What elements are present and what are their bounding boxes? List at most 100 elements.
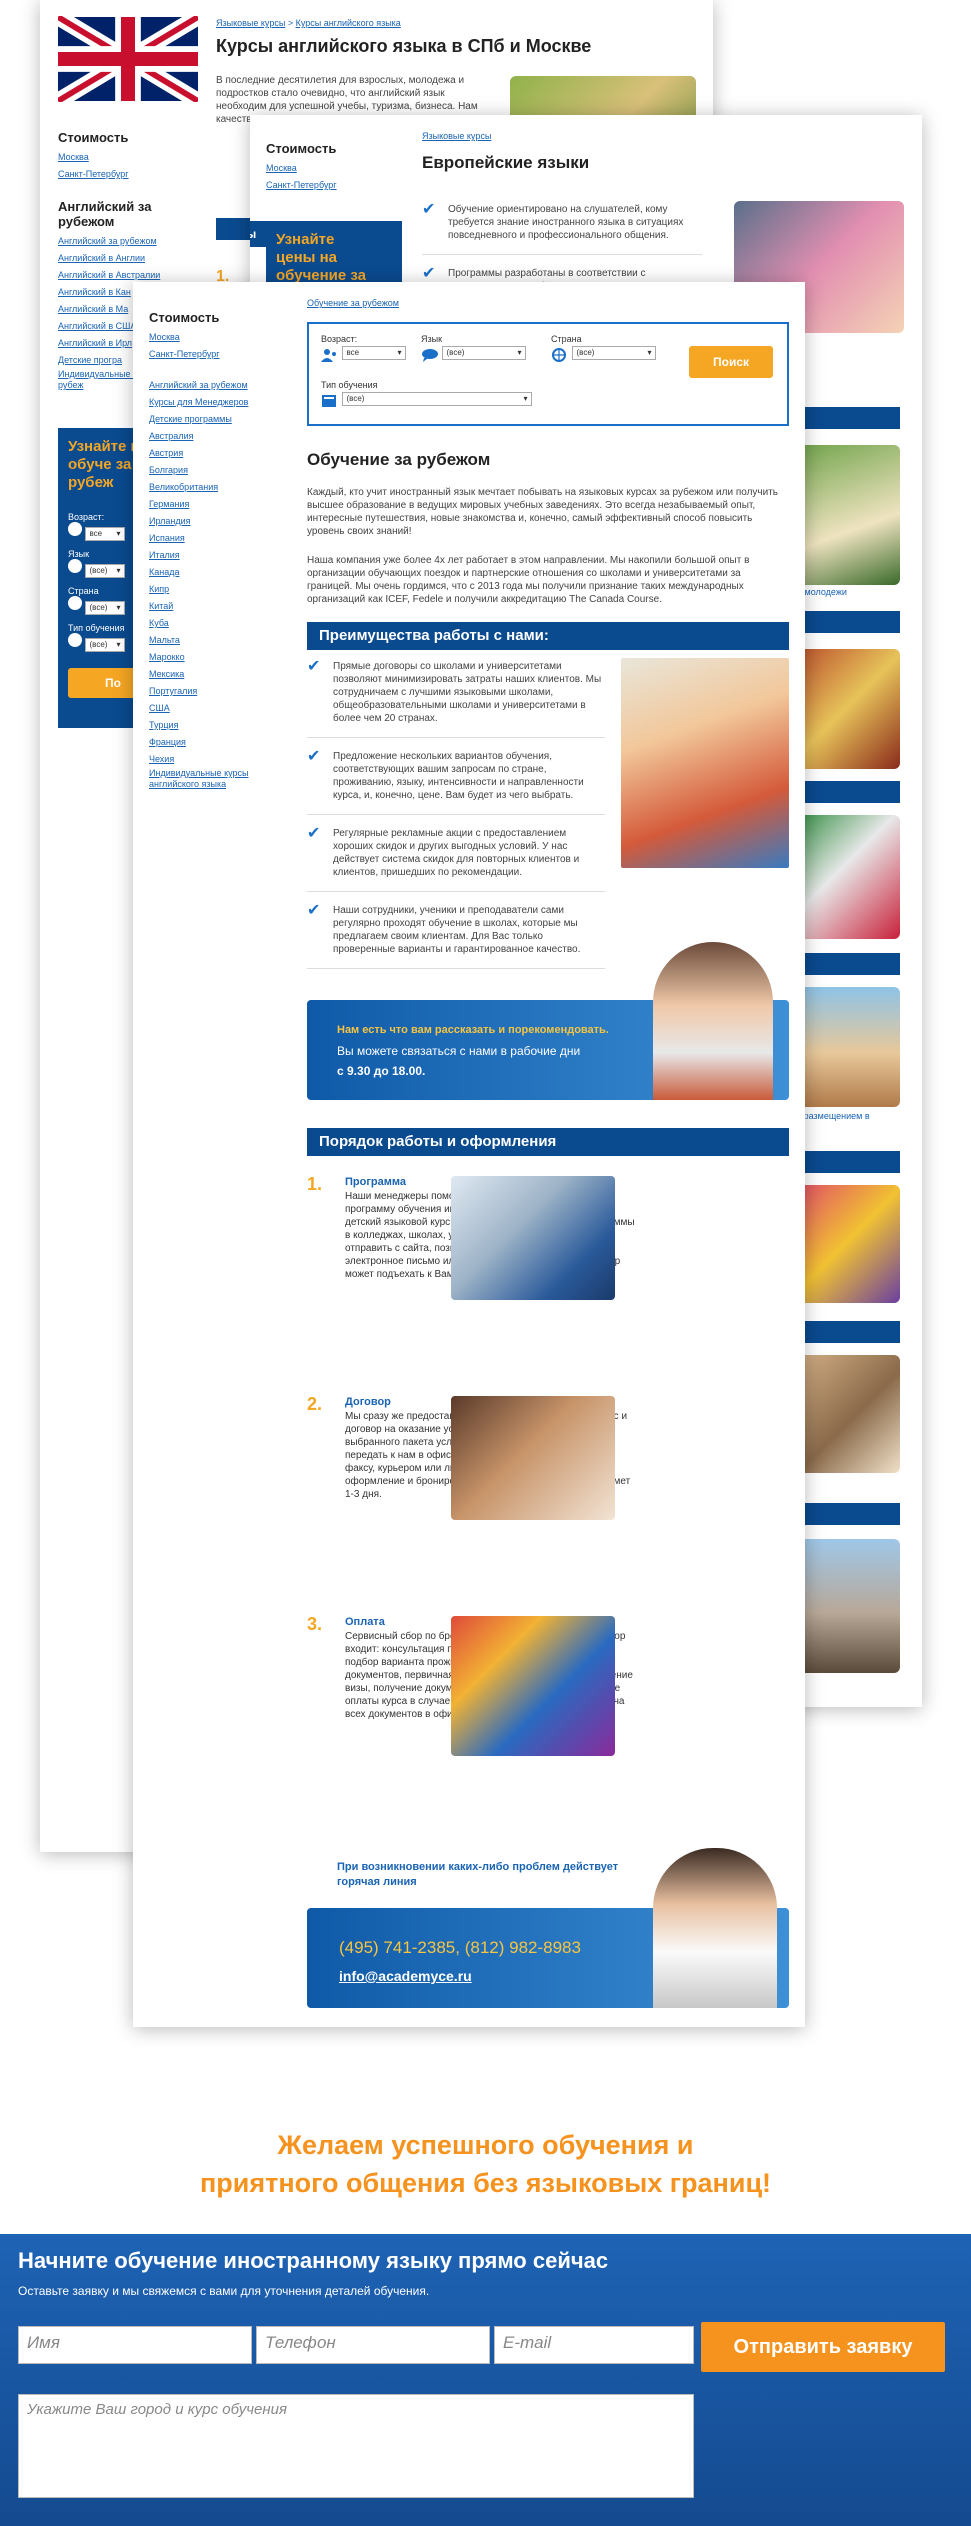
side-link[interactable]: Английский за рубежом [149,377,269,394]
page-title: Обучение за рубежом [307,450,491,469]
fans-photo [790,815,900,939]
slogan-line: Желаем успешного обучения и [277,2130,694,2160]
side-link[interactable]: Куба [149,615,269,632]
name-input[interactable]: Имя [18,2326,252,2364]
promo-type-select[interactable]: (все) [84,638,125,652]
phone-numbers[interactable]: (495) 741-2385, (812) 982-8983 [339,1938,581,1958]
side-link[interactable]: Германия [149,496,269,513]
age-select[interactable]: все [341,346,406,361]
intro-paragraph: Каждый, кто учит иностранный язык мечтае… [307,487,779,537]
step-number: 1. [307,1174,323,1194]
side-link[interactable]: Португалия [149,683,269,700]
globe-icon [68,596,82,610]
abroad-link[interactable]: Английский за рубежом [58,233,208,250]
advantage-item: ✔ Прямые договоры со школами и университ… [307,658,605,738]
side-link[interactable]: Ирландия [149,513,269,530]
breadcrumb-link[interactable]: Курсы английского языка [296,18,401,28]
city-course-textarea[interactable]: Укажите Ваш город и курс обучения [18,2394,694,2498]
type-label: Тип обучения [321,380,378,390]
promo-lang-select[interactable]: (все) [84,564,125,578]
country-select[interactable]: (все) [571,346,656,361]
side-link[interactable]: Испания [149,530,269,547]
email-link[interactable]: info@academyce.ru [339,1968,472,1984]
phone-input[interactable]: Телефон [256,2326,490,2364]
promo-country-select[interactable]: (все) [84,601,125,615]
price-link-spb[interactable]: Санкт-Петербург [58,166,208,183]
gallery-bar [790,1321,900,1343]
advantage-item: ✔ Регулярные рекламные акции с предостав… [307,826,605,892]
side-link[interactable]: Австрия [149,445,269,462]
page-title: Курсы английского языка в СПб и Москве [216,36,592,56]
side-link[interactable]: Канада [149,564,269,581]
side-link[interactable]: Франция [149,734,269,751]
abroad-heading: Английский за рубежом [58,199,152,229]
venice-photo [790,987,900,1107]
country-links: Английский за рубежом Курсы для Менеджер… [149,377,269,790]
side-link[interactable]: Мексика [149,666,269,683]
checkmark-icon: ✔ [307,658,321,675]
type-select[interactable]: (все) [341,392,532,407]
price-link-moscow[interactable]: Москва [58,149,208,166]
chat-icon [421,348,439,362]
side-link[interactable]: Турция [149,717,269,734]
side-link[interactable]: Италия [149,547,269,564]
side-link[interactable]: США [149,700,269,717]
gallery-bar [790,953,900,975]
boy-with-pencils-photo [621,658,789,868]
side-link[interactable]: Кипр [149,581,269,598]
callout-text: Вы можете связаться с нами в рабочие дни [337,1044,581,1058]
side-link[interactable]: Китай [149,598,269,615]
side-link[interactable]: Мальта [149,632,269,649]
order-heading: Порядок работы и оформления [307,1128,789,1156]
credit-cards-photo [451,1616,615,1756]
side-link[interactable]: Детские программы [149,411,269,428]
breadcrumb: Языковые курсы [422,131,491,141]
email-input[interactable]: E-mail [494,2326,694,2364]
language-label: Язык [421,334,443,344]
side-link[interactable]: Болгария [149,462,269,479]
step-number: 2. [307,1394,323,1414]
checkmark-icon: ✔ [422,201,436,218]
price-link-spb[interactable]: Санкт-Петербург [149,346,269,363]
language-select[interactable]: (все) [441,346,526,361]
price-link-spb[interactable]: Санкт-Петербург [266,177,416,194]
side-link[interactable]: Чехия [149,751,269,768]
user-icon [68,522,82,536]
advantages-heading: Преимущества работы с нами: [307,622,789,650]
search-panel: Возраст: все Язык (все) Страна (все) Пои… [307,322,789,426]
globe-icon [551,348,569,362]
promo-button-stub[interactable]: Мы [250,221,270,247]
abroad-link[interactable]: Английский в Англии [58,250,208,267]
side-link[interactable]: Индивидуальные курсы английского языка [149,768,269,790]
feature-item: ✔ Обучение ориентировано на слушателей, … [422,201,702,255]
price-heading: Стоимость [149,310,220,325]
book-icon [321,394,339,408]
girl-photo [790,445,900,585]
slogan: Желаем успешного обучения и приятного об… [0,2126,971,2202]
gallery-bar [790,407,900,429]
breadcrumb-link[interactable]: Языковые курсы [216,18,285,28]
signing-contract-photo [451,1396,615,1520]
form-title: Начните обучение иностранному языку прям… [18,2248,609,2273]
checkmark-icon: ✔ [307,902,321,919]
search-button[interactable]: Поиск [689,346,773,378]
side-link[interactable]: Марокко [149,649,269,666]
promo-age-select[interactable]: все [84,527,125,541]
breadcrumb-link[interactable]: Языковые курсы [422,131,491,141]
breadcrumb: Языковые курсы > Курсы английского языка [216,18,401,28]
price-link-moscow[interactable]: Москва [266,160,416,177]
price-link-moscow[interactable]: Москва [149,329,269,346]
side-link[interactable]: Австралия [149,428,269,445]
checkmark-icon: ✔ [307,748,321,765]
submit-button[interactable]: Отправить заявку [701,2322,945,2372]
breadcrumb-link[interactable]: Обучение за рубежом [307,298,399,308]
side-link[interactable]: Великобритания [149,479,269,496]
signup-form: Начните обучение иностранному языку прям… [0,2234,971,2526]
side-link[interactable]: Курсы для Менеджеров [149,394,269,411]
country-label: Страна [551,334,582,344]
advantage-item: ✔ Наши сотрудники, ученики и преподавате… [307,902,605,969]
callout-accent-text: Нам есть что вам рассказать и порекоменд… [337,1024,609,1036]
left-sidebar: Стоимость Москва Санкт-Петербург Английс… [149,310,269,790]
step-title: Программа [345,1176,407,1188]
checkmark-icon: ✔ [422,265,436,282]
